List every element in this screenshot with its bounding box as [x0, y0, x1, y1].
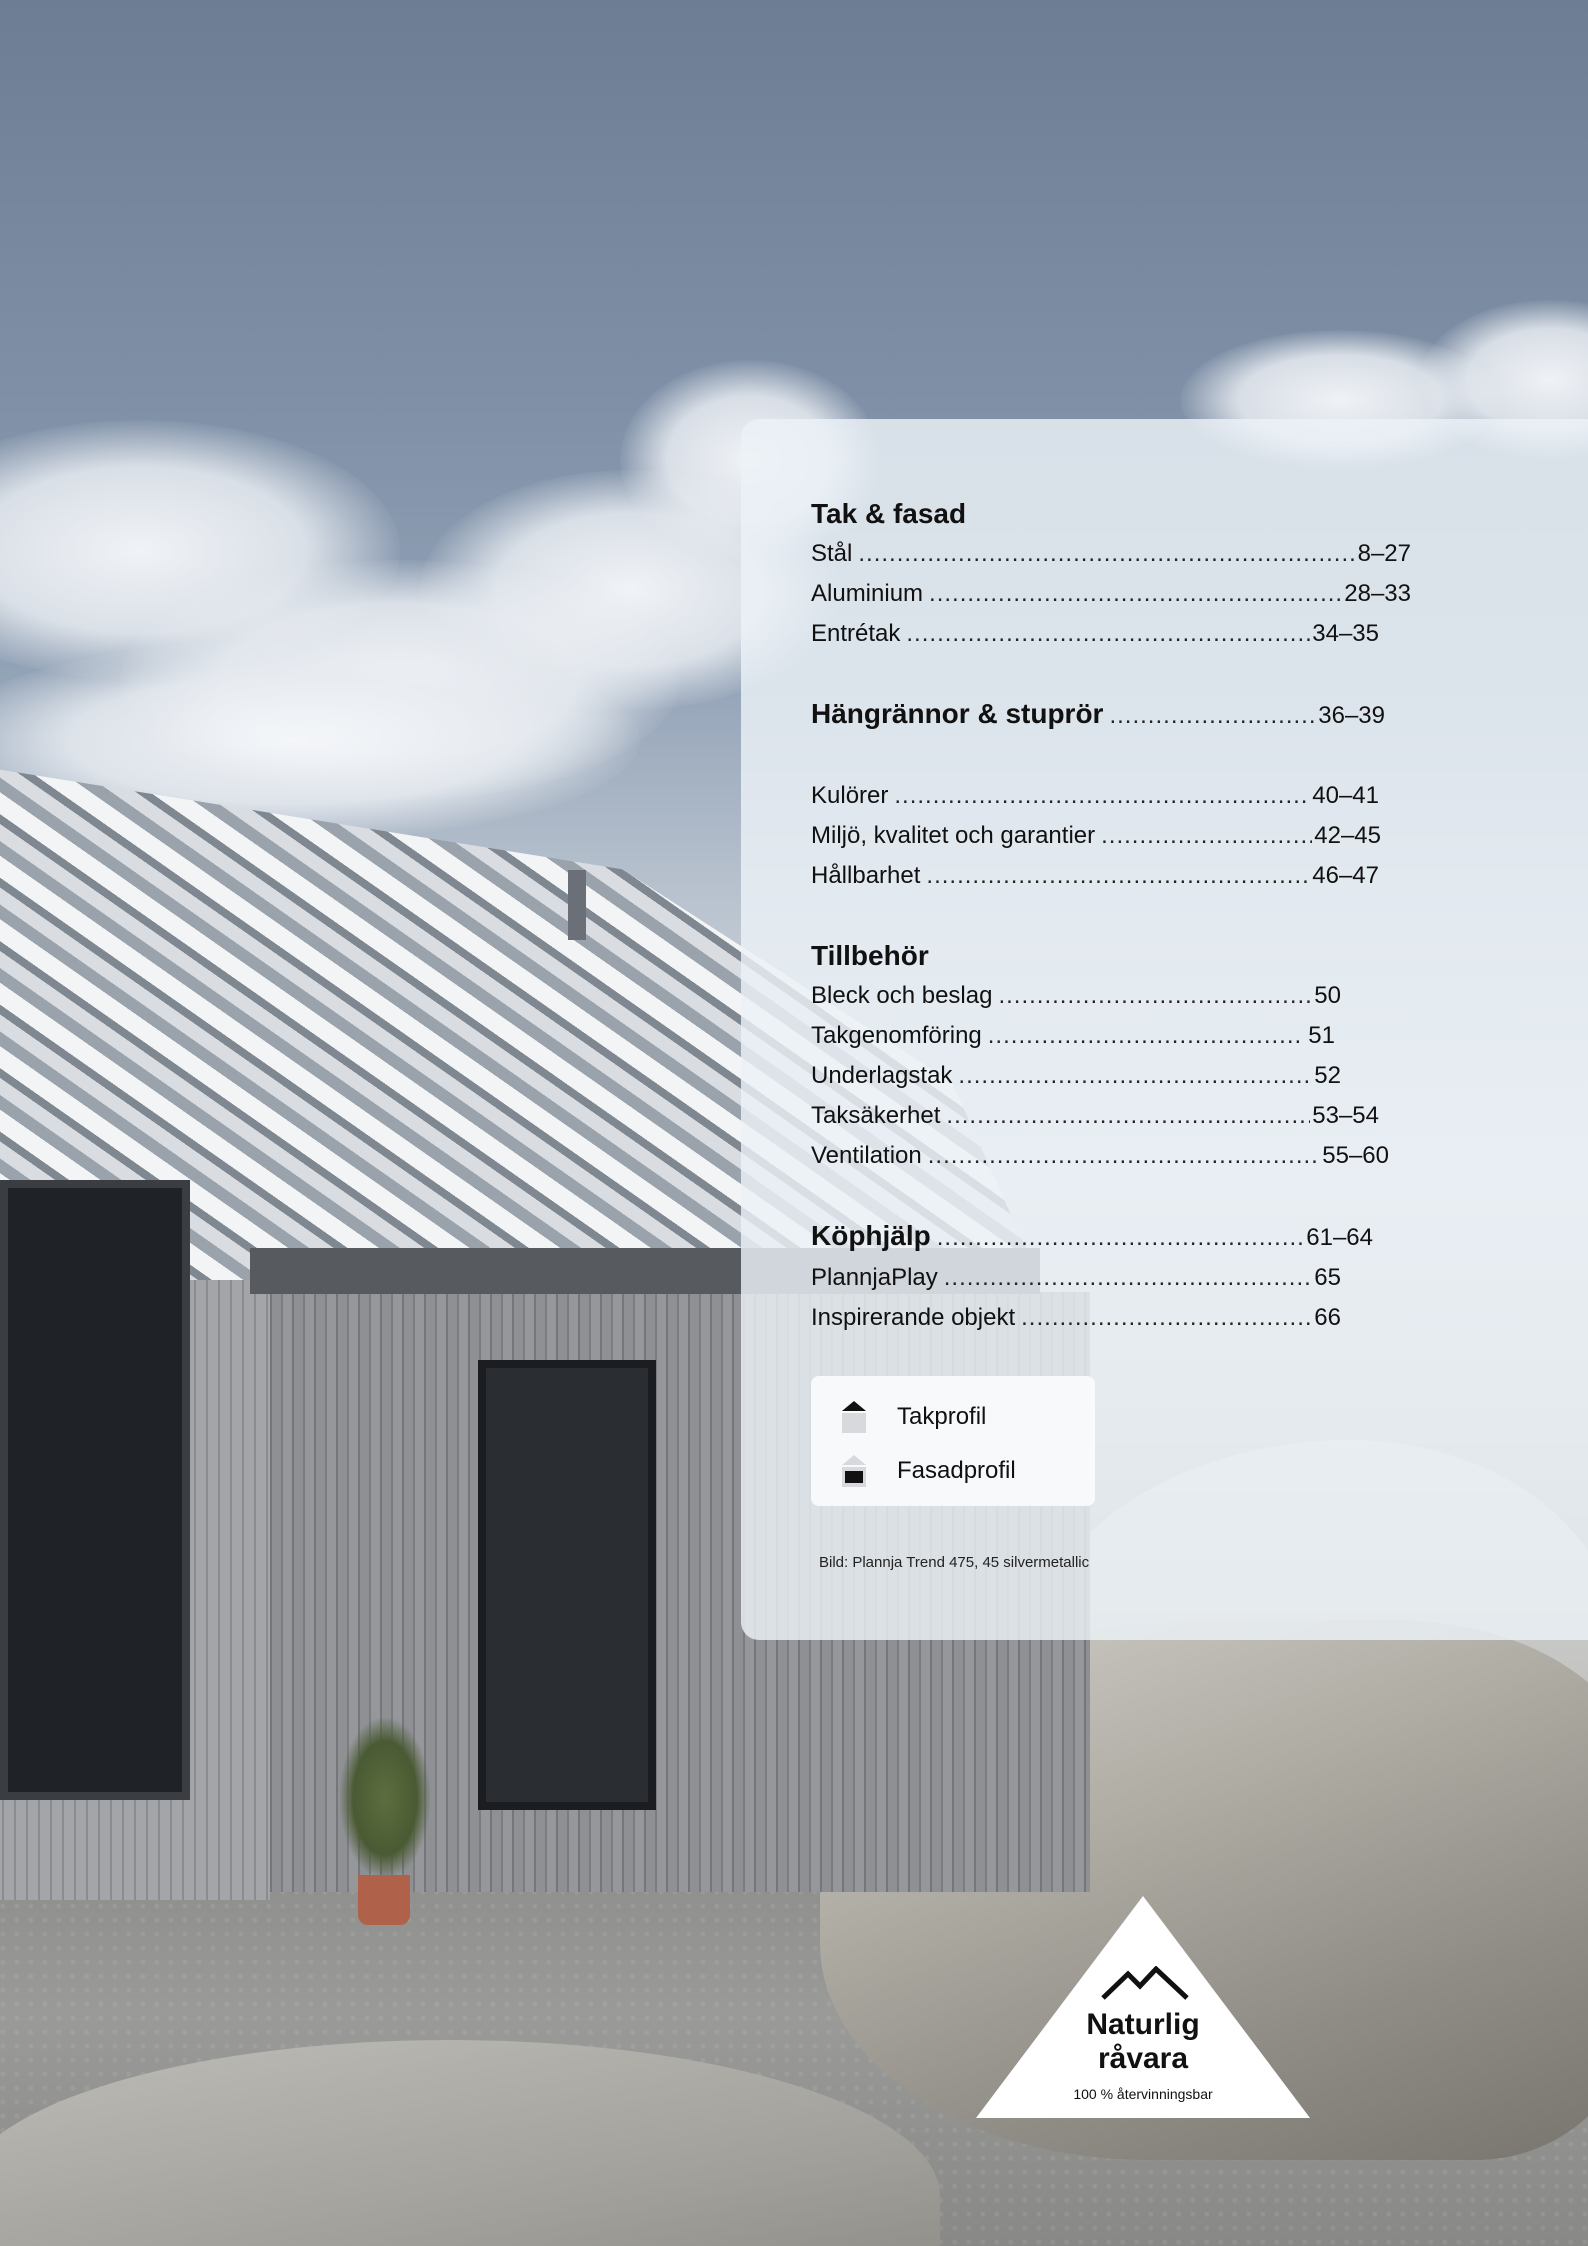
section-heading-accessories: Tillbehör: [811, 940, 929, 971]
potted-plant: [340, 1718, 430, 1878]
badge-title-line1: Naturlig: [1086, 2008, 1200, 2041]
toc-entry-purchase-help[interactable]: Köphjälp61–64: [811, 1216, 1373, 1258]
toc-entry[interactable]: Takgenomföring 51: [811, 1016, 1335, 1056]
house-door: [478, 1360, 656, 1810]
toc-entry[interactable]: Ventilation55–60: [811, 1136, 1389, 1176]
table-of-contents: Tak & fasad Stål8–27 Aluminium28–33 Entr…: [811, 490, 1411, 1338]
toc-entry[interactable]: Taksäkerhet53–54: [811, 1096, 1379, 1136]
profile-legend: Takprofil Fasadprofil: [811, 1376, 1095, 1506]
flower-pot: [358, 1875, 410, 1925]
toc-entry[interactable]: Inspirerande objekt66: [811, 1298, 1341, 1338]
toc-entry[interactable]: PlannjaPlay65: [811, 1258, 1341, 1298]
facade-profile-icon: [841, 1454, 867, 1488]
section-heading-roof-facade: Tak & fasad: [811, 498, 967, 529]
natural-material-badge: Naturlig råvara 100 % återvinningsbar: [976, 1896, 1310, 2118]
legend-facade-profile: Fasadprofil: [841, 1454, 1016, 1488]
house-window: [0, 1180, 190, 1800]
toc-entry[interactable]: Kulörer40–41: [811, 776, 1379, 816]
toc-entry-gutters[interactable]: Hängrännor & stuprör36–39: [811, 694, 1385, 736]
photo-caption: Bild: Plannja Trend 475, 45 silvermetall…: [819, 1554, 1090, 1571]
toc-entry[interactable]: Aluminium28–33: [811, 574, 1411, 614]
toc-entry[interactable]: Entrétak34–35: [811, 614, 1379, 654]
toc-entry[interactable]: Hållbarhet46–47: [811, 856, 1379, 896]
roof-vent-pipe: [568, 870, 586, 940]
section-heading-gutters: Hängrännor & stuprör: [811, 698, 1104, 729]
mountain-icon: [1101, 1966, 1189, 2000]
toc-entry[interactable]: Bleck och beslag50: [811, 976, 1341, 1016]
badge-title-line2: råvara: [1097, 2042, 1189, 2075]
badge-subtitle: 100 % återvinningsbar: [1073, 2086, 1213, 2102]
roof-profile-icon: [841, 1400, 867, 1434]
toc-entry[interactable]: Underlagstak52: [811, 1056, 1341, 1096]
toc-entry[interactable]: Stål8–27: [811, 534, 1411, 574]
section-heading-purchase-help: Köphjälp: [811, 1220, 931, 1251]
legend-roof-profile: Takprofil: [841, 1400, 986, 1434]
toc-entry[interactable]: Miljö, kvalitet och garantier42–45: [811, 816, 1381, 856]
